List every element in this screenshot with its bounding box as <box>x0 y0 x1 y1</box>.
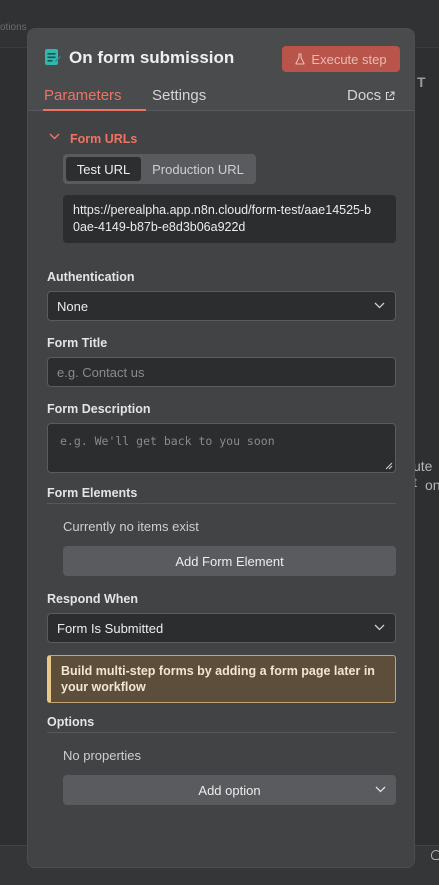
chevron-down-icon <box>374 302 385 309</box>
form-elements-label: Form Elements <box>47 486 138 500</box>
respond-when-label: Respond When <box>47 592 138 606</box>
form-elements-divider <box>47 503 396 504</box>
options-label: Options <box>47 715 95 729</box>
form-description-label: Form Description <box>47 402 151 416</box>
form-urls-label: Form URLs <box>70 132 138 146</box>
form-description-placeholder: e.g. We'll get back to you soon <box>60 434 275 448</box>
node-title: On form submission <box>69 48 235 67</box>
tab-settings[interactable]: Settings <box>152 87 206 104</box>
add-form-element-label: Add Form Element <box>175 553 284 569</box>
form-url-line-2: 0ae-4149-b87b-e8d3b06a922d <box>73 220 246 234</box>
execute-step-label: Execute step <box>311 51 387 67</box>
multi-step-notice: Build multi-step forms by adding a form … <box>47 655 396 703</box>
authentication-label: Authentication <box>47 270 135 284</box>
production-url-option[interactable]: Production URL <box>143 157 253 181</box>
topbar-text: otions <box>0 22 27 33</box>
add-form-element-button[interactable]: Add Form Element <box>63 546 396 576</box>
chevron-down-icon <box>374 624 385 631</box>
form-title-placeholder: e.g. Contact us <box>57 364 145 380</box>
canvas-hint-text-2: on <box>425 477 439 493</box>
options-divider <box>47 732 396 733</box>
respond-when-value: Form Is Submitted <box>57 620 164 636</box>
notice-text: Build multi-step forms by adding a form … <box>61 664 375 694</box>
authentication-select[interactable]: None <box>47 291 396 321</box>
form-title-input[interactable]: e.g. Contact us <box>47 357 396 387</box>
respond-when-select[interactable]: Form Is Submitted <box>47 613 396 643</box>
resize-handle-icon[interactable] <box>385 462 393 470</box>
form-description-textarea[interactable]: e.g. We'll get back to you soon <box>47 423 396 473</box>
form-title-label: Form Title <box>47 336 108 350</box>
external-link-icon <box>386 90 395 100</box>
add-option-label: Add option <box>198 782 261 798</box>
url-type-switch: Test URL Production URL <box>63 154 256 184</box>
form-url-display[interactable]: https://perealpha.app.n8n.cloud/form-tes… <box>63 195 396 243</box>
node-parameters-panel: On form submission Execute step Paramete… <box>27 28 415 868</box>
docs-link[interactable]: Docs <box>347 87 395 104</box>
bottom-bar-icon[interactable] <box>431 850 439 860</box>
execute-step-button[interactable]: Execute step <box>282 46 400 72</box>
form-trigger-icon <box>45 49 61 65</box>
form-url-line-1: https://perealpha.app.n8n.cloud/form-tes… <box>73 203 372 217</box>
active-tab-indicator <box>43 109 146 111</box>
chevron-down-icon <box>49 132 60 140</box>
panel-header: On form submission Execute step Paramete… <box>28 29 414 111</box>
form-urls-toggle[interactable]: Form URLs <box>49 126 137 146</box>
docs-label: Docs <box>347 87 382 104</box>
chevron-down-icon <box>375 786 386 793</box>
canvas-header-letter: T <box>417 74 426 90</box>
add-option-button[interactable]: Add option <box>63 775 396 805</box>
test-url-option[interactable]: Test URL <box>66 157 141 181</box>
authentication-value: None <box>57 298 89 314</box>
flask-icon <box>295 53 306 65</box>
form-elements-empty-text: Currently no items exist <box>63 519 199 534</box>
tab-parameters[interactable]: Parameters <box>44 87 122 104</box>
options-empty-text: No properties <box>63 748 142 763</box>
